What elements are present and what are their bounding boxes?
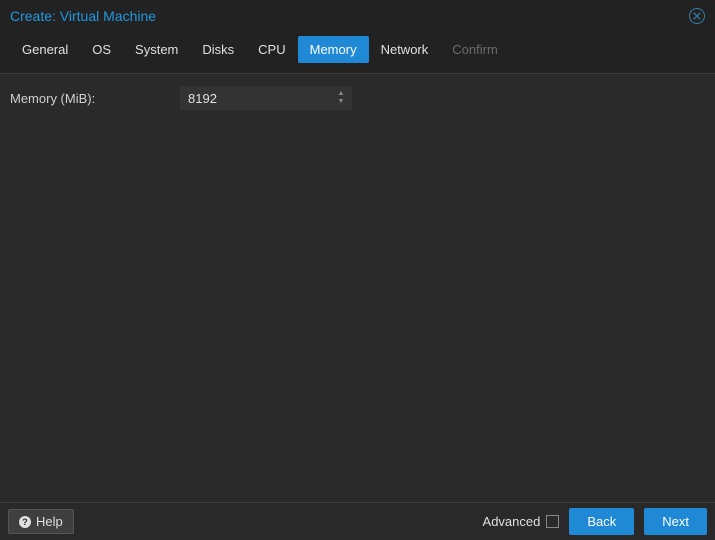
spinner-up-icon[interactable]: ▲ (334, 90, 348, 98)
spinner-triggers: ▲ ▼ (334, 86, 348, 110)
back-button[interactable]: Back (569, 508, 634, 535)
spinner-down-icon[interactable]: ▼ (334, 98, 348, 106)
dialog-footer: ? Help Advanced Back Next (0, 502, 715, 540)
advanced-label: Advanced (483, 514, 541, 529)
tab-general[interactable]: General (10, 36, 80, 63)
tab-os[interactable]: OS (80, 36, 123, 63)
help-button[interactable]: ? Help (8, 509, 74, 534)
memory-field-row: Memory (MiB): ▲ ▼ (10, 86, 705, 110)
advanced-checkbox[interactable] (546, 515, 559, 528)
dialog-titlebar: Create: Virtual Machine (0, 0, 715, 30)
memory-input[interactable] (180, 86, 352, 110)
next-button[interactable]: Next (644, 508, 707, 535)
tab-confirm: Confirm (440, 36, 510, 63)
advanced-toggle: Advanced (483, 514, 560, 529)
tab-disks[interactable]: Disks (190, 36, 246, 63)
memory-label: Memory (MiB): (10, 91, 160, 106)
help-icon: ? (19, 516, 31, 528)
help-label: Help (36, 514, 63, 529)
memory-spinner: ▲ ▼ (180, 86, 352, 110)
close-icon[interactable] (689, 8, 705, 24)
tab-memory[interactable]: Memory (298, 36, 369, 63)
tab-system[interactable]: System (123, 36, 190, 63)
wizard-tabs: General OS System Disks CPU Memory Netwo… (0, 30, 715, 74)
tab-cpu[interactable]: CPU (246, 36, 297, 63)
form-body: Memory (MiB): ▲ ▼ (0, 74, 715, 496)
tab-network[interactable]: Network (369, 36, 441, 63)
dialog-title: Create: Virtual Machine (10, 8, 156, 24)
